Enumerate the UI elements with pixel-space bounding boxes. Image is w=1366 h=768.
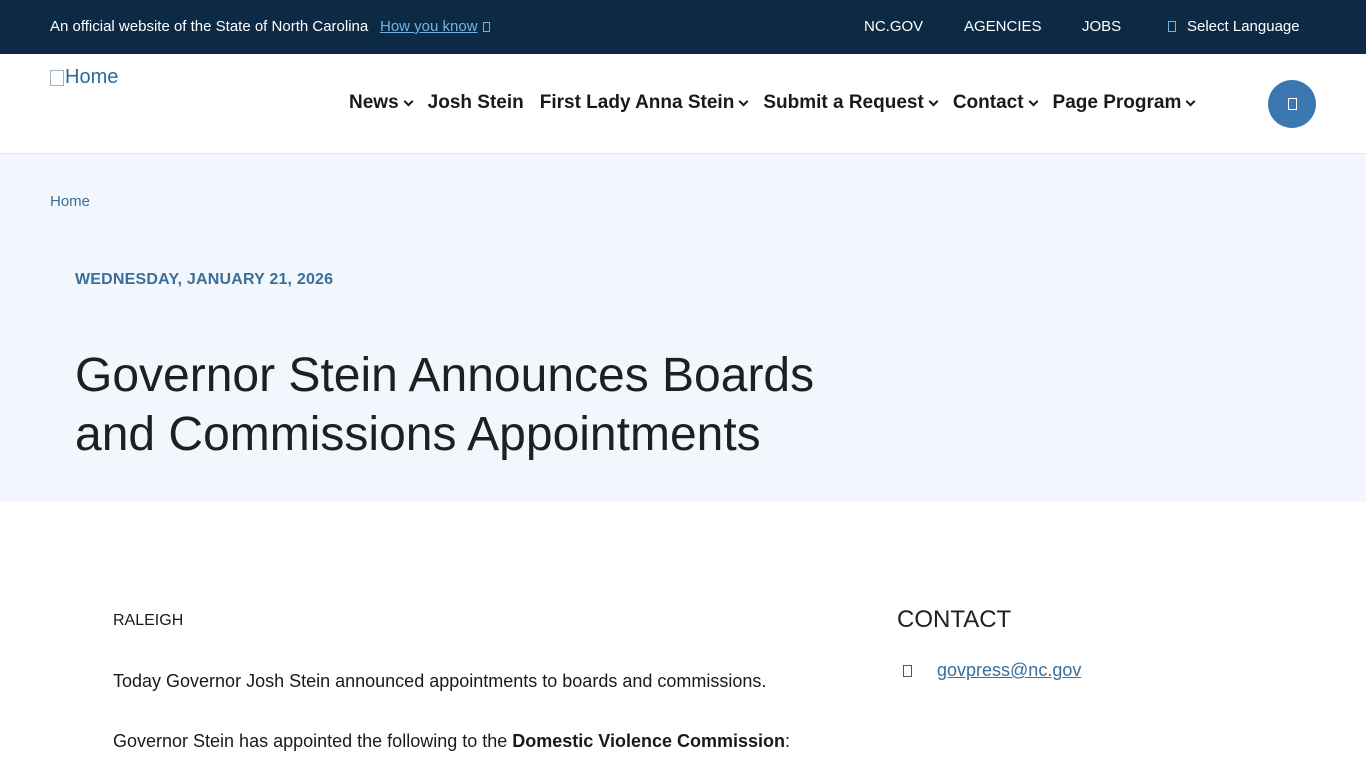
ncgov-link[interactable]: NC.GOV	[864, 18, 923, 35]
paragraph-text: :	[785, 731, 791, 751]
chevron-down-icon	[1028, 96, 1038, 106]
paragraph-text: Governor Stein has appointed the followi…	[113, 731, 513, 751]
nav-item-first-lady[interactable]: First Lady Anna Stein	[539, 92, 749, 114]
chevron-down-icon	[738, 96, 749, 106]
page-hero: Home WEDNESDAY, JANUARY 21, 2026 Governo…	[0, 154, 1366, 502]
commission-name: Domestic Violence Commission	[512, 731, 786, 751]
article-paragraph: Governor Stein has appointed the followi…	[113, 731, 790, 752]
nav-item-submit-request[interactable]: Submit a Request	[763, 92, 939, 114]
contact-heading: CONTACT	[897, 606, 1012, 633]
nav-item-label: Submit a Request	[763, 92, 924, 113]
nav-item-label: Page Program	[1052, 92, 1182, 113]
nav-item-josh-stein[interactable]: Josh Stein	[428, 92, 524, 114]
how-you-know-label: How you know	[380, 18, 478, 35]
logo-alt-text: Home	[65, 66, 119, 88]
publish-date: WEDNESDAY, JANUARY 21, 2026	[75, 271, 334, 288]
search-icon	[1287, 98, 1297, 110]
email-icon	[903, 664, 912, 677]
language-label: Select Language	[1187, 18, 1300, 35]
how-you-know-link[interactable]: How you know	[380, 18, 490, 35]
page-title: Governor Stein Announces Boards and Comm…	[75, 349, 815, 461]
nav-item-label: News	[349, 92, 399, 113]
chevron-down-icon	[928, 96, 939, 106]
nav-item-label: First Lady Anna Stein	[539, 92, 735, 113]
search-button[interactable]	[1268, 80, 1316, 128]
globe-icon	[1168, 21, 1176, 32]
contact-email-row: govpress@nc.gov	[903, 660, 1081, 681]
language-selector[interactable]: Select Language	[1168, 18, 1300, 35]
nav-item-contact[interactable]: Contact	[952, 92, 1038, 114]
chevron-down-icon	[1185, 96, 1196, 106]
article-dateline: RALEIGH	[113, 612, 184, 629]
nav-item-news[interactable]: News	[349, 92, 414, 114]
main-navigation: News Josh Stein First Lady Anna Stein Su…	[349, 92, 1210, 114]
jobs-link[interactable]: JOBS	[1082, 18, 1121, 35]
site-header: Home News Josh Stein First Lady Anna Ste…	[0, 54, 1366, 154]
nav-item-page-program[interactable]: Page Program	[1052, 92, 1196, 114]
article-paragraph: Today Governor Josh Stein announced appo…	[113, 671, 767, 691]
official-site-text: An official website of the State of Nort…	[50, 18, 369, 35]
nav-item-label: Contact	[952, 92, 1024, 113]
broken-image-icon	[50, 69, 64, 86]
nav-item-label: Josh Stein	[427, 92, 524, 113]
agencies-link[interactable]: AGENCIES	[964, 18, 1042, 35]
official-banner: An official website of the State of Nort…	[0, 0, 1366, 54]
contact-email-link[interactable]: govpress@nc.gov	[937, 660, 1081, 681]
breadcrumb-home[interactable]: Home	[50, 193, 90, 210]
expand-icon	[482, 22, 490, 32]
home-logo[interactable]: Home	[50, 66, 118, 89]
chevron-down-icon	[403, 96, 414, 106]
